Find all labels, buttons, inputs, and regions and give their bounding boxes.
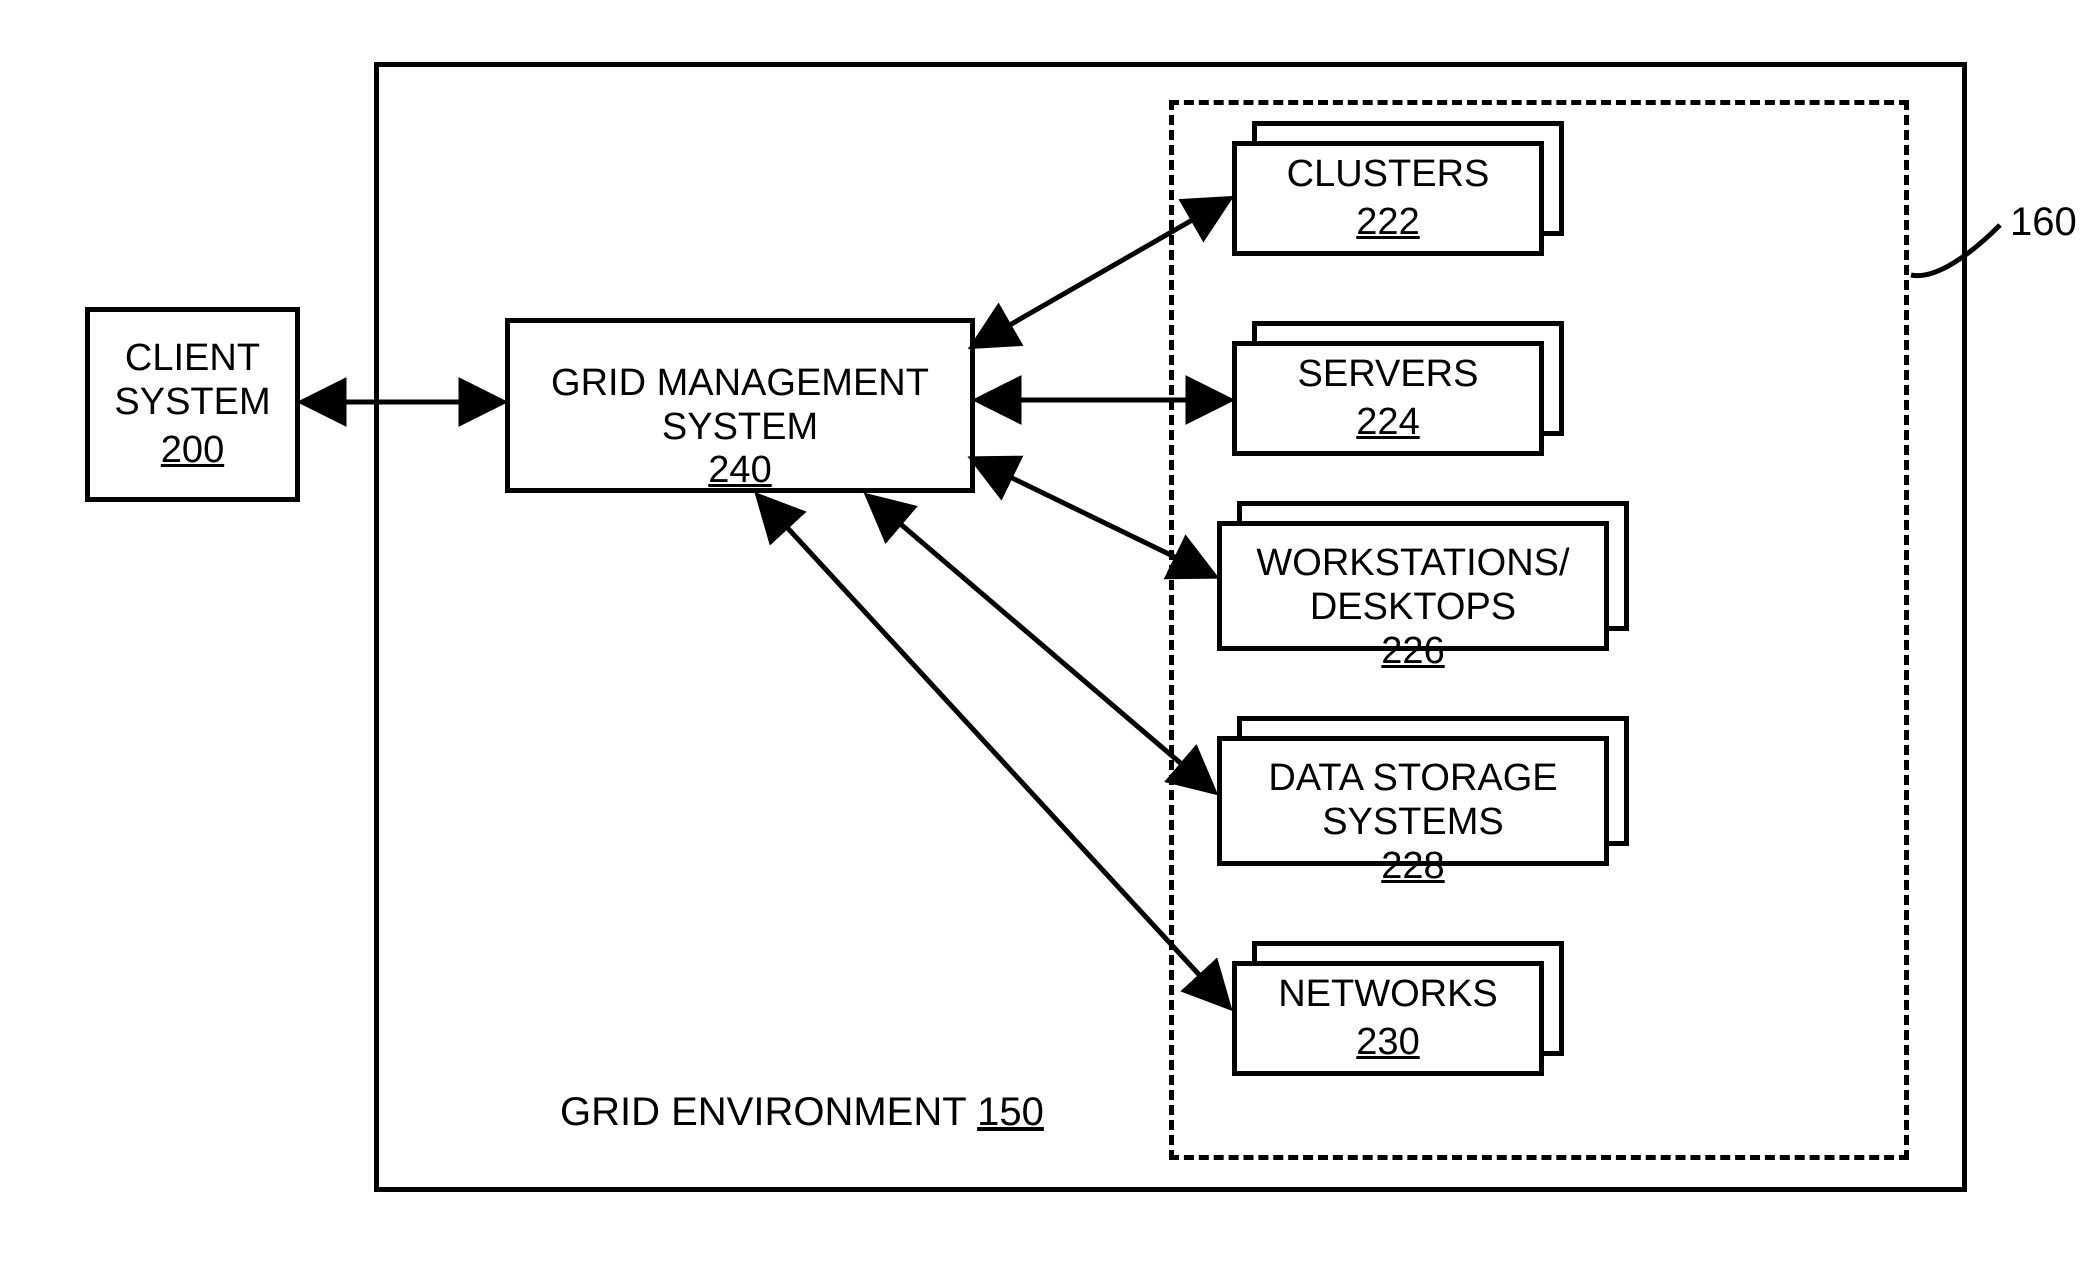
group-ref-label: 160 — [2010, 200, 2077, 245]
storage-ref: 228 — [1381, 845, 1444, 887]
networks-label: NETWORKS — [1278, 973, 1498, 1017]
servers-box: SERVERS 224 — [1232, 341, 1544, 456]
client-system-label: CLIENT SYSTEM — [114, 337, 270, 424]
clusters-ref: 222 — [1356, 201, 1419, 244]
servers-ref: 224 — [1356, 401, 1419, 444]
grid-env-label-text: GRID ENVIRONMENT — [560, 1090, 966, 1134]
gms-label-text: GRID MANAGEMENT SYSTEM — [551, 362, 929, 448]
clusters-box: CLUSTERS 222 — [1232, 141, 1544, 256]
workstations-label: WORKSTATIONS/ DESKTOPS 226 — [1256, 499, 1569, 674]
grid-env-ref: 150 — [977, 1090, 1044, 1134]
clusters-label: CLUSTERS — [1287, 153, 1490, 197]
networks-ref: 230 — [1356, 1021, 1419, 1064]
gms-label: GRID MANAGEMENT SYSTEM 240 — [551, 318, 929, 493]
storage-label: DATA STORAGE SYSTEMS 228 — [1268, 714, 1557, 889]
client-system-ref: 200 — [161, 429, 224, 472]
grid-management-system-box: GRID MANAGEMENT SYSTEM 240 — [505, 318, 975, 493]
servers-label: SERVERS — [1298, 353, 1479, 397]
workstations-box: WORKSTATIONS/ DESKTOPS 226 — [1217, 521, 1609, 651]
workstations-label-text: WORKSTATIONS/ DESKTOPS — [1256, 542, 1569, 628]
workstations-ref: 226 — [1381, 630, 1444, 672]
storage-box: DATA STORAGE SYSTEMS 228 — [1217, 736, 1609, 866]
diagram-canvas: CLIENT SYSTEM 200 GRID MANAGEMENT SYSTEM… — [0, 0, 2098, 1269]
client-system-box: CLIENT SYSTEM 200 — [85, 307, 300, 502]
gms-ref: 240 — [708, 449, 771, 491]
grid-env-label: GRID ENVIRONMENT 150 — [560, 1090, 1044, 1135]
networks-box: NETWORKS 230 — [1232, 961, 1544, 1076]
storage-label-text: DATA STORAGE SYSTEMS — [1268, 757, 1557, 843]
